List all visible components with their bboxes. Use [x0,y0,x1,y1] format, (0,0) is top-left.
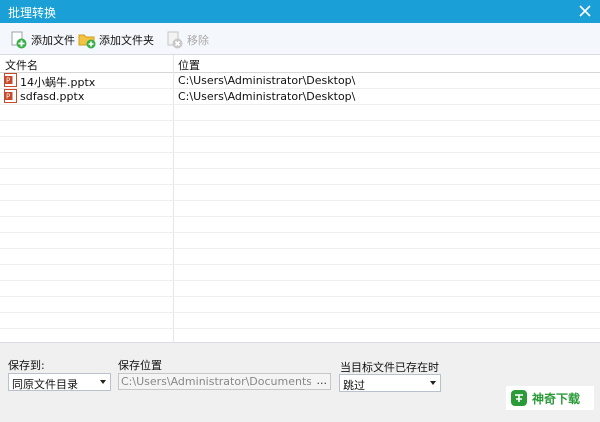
grid-line [0,280,600,281]
grid-line [0,296,600,297]
watermark-logo: 神奇下载 [506,386,594,410]
file-location: C:\Users\Administrator\Desktop\ [178,90,356,103]
save-location-label: 保存位置 [118,359,162,372]
remove-label: 移除 [187,34,209,47]
save-to-value: 同原文件目录 [12,378,78,391]
file-name: 14小蜗牛.pptx [20,76,96,89]
pptx-file-icon: P [4,89,17,103]
watermark-icon [511,390,527,406]
exists-action-dropdown[interactable]: 跳过 [339,374,441,392]
file-name: sdfasd.pptx [20,90,85,103]
exists-action-value: 跳过 [343,379,365,392]
options-panel: 保存到: 同原文件目录 保存位置 C:\Users\Administrator\… [0,342,600,422]
grid-line [0,168,600,169]
grid-line [0,184,600,185]
svg-text:P: P [6,77,10,85]
remove-icon [167,31,183,49]
grid-line [0,120,600,121]
add-file-button[interactable]: 添加文件 [10,29,75,51]
chevron-down-icon [430,381,436,385]
remove-button[interactable]: 移除 [166,29,209,51]
grid-line [0,264,600,265]
column-header-filename[interactable]: 文件名 [5,57,38,73]
grid-line [0,136,600,137]
add-file-icon [11,31,27,49]
add-file-label: 添加文件 [31,34,75,47]
column-header-location[interactable]: 位置 [178,57,200,73]
grid-line [0,232,600,233]
toolbar: 添加文件 添加文件夹 移除 [0,23,600,55]
add-folder-icon [78,34,96,49]
add-folder-button[interactable]: 添加文件夹 [78,29,154,51]
grid-line [0,312,600,313]
watermark-text: 神奇下载 [532,392,581,406]
title-bar: 批理转换 [0,0,600,23]
save-location-value: C:\Users\Administrator\Documents\ [121,375,311,388]
grid-line [0,104,600,105]
table-row[interactable]: P sdfasd.pptx C:\Users\Administrator\Des… [0,89,600,104]
grid-line [0,328,600,329]
grid-line [0,216,600,217]
save-location-field[interactable]: C:\Users\Administrator\Documents\ ... [118,373,331,390]
chevron-down-icon [100,380,106,384]
table-row[interactable]: P 14小蜗牛.pptx C:\Users\Administrator\Desk… [0,73,600,89]
file-list[interactable]: 文件名 位置 P 14小蜗牛.pptx C:\Users\Administrat… [0,55,600,342]
save-to-label: 保存到: [8,359,45,372]
close-icon[interactable] [576,2,594,20]
add-folder-label: 添加文件夹 [99,34,154,47]
grid-line [0,152,600,153]
file-location: C:\Users\Administrator\Desktop\ [178,74,356,87]
save-to-dropdown[interactable]: 同原文件目录 [8,373,111,391]
browse-button[interactable]: ... [317,374,328,387]
grid-line [0,248,600,249]
svg-text:P: P [6,93,10,101]
file-list-header: 文件名 位置 [0,55,600,73]
pptx-file-icon: P [4,73,17,87]
grid-line [0,200,600,201]
exists-label: 当目标文件已存在时 [340,361,439,374]
window-title: 批理转换 [8,6,57,20]
